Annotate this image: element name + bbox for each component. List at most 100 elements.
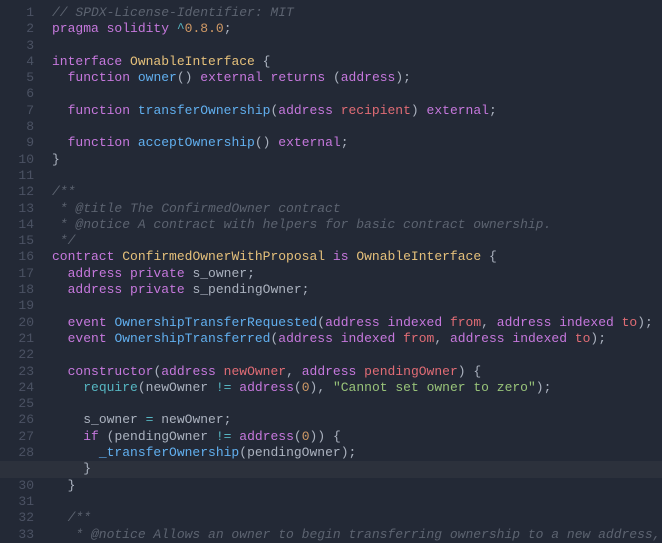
token-punc: , bbox=[317, 380, 325, 395]
token-keyword: external bbox=[278, 135, 340, 150]
token-keyword: is bbox=[333, 249, 349, 264]
code-line[interactable] bbox=[52, 347, 662, 363]
line-number: 20 bbox=[0, 315, 34, 331]
token-indent bbox=[52, 364, 68, 379]
token-param: to bbox=[575, 331, 591, 346]
token-comment: */ bbox=[52, 233, 75, 248]
token-plain bbox=[216, 364, 224, 379]
token-keyword: contract bbox=[52, 249, 114, 264]
token-num: 0.8.0 bbox=[185, 21, 224, 36]
code-line[interactable]: // SPDX-License-Identifier: MIT bbox=[52, 5, 662, 21]
code-line[interactable]: * @title The ConfirmedOwner contract bbox=[52, 201, 662, 217]
line-number: 5 bbox=[0, 70, 34, 86]
code-line[interactable] bbox=[52, 86, 662, 102]
token-punc: ; bbox=[302, 282, 310, 297]
code-line[interactable] bbox=[52, 396, 662, 412]
token-plain bbox=[325, 429, 333, 444]
line-number: 7 bbox=[0, 103, 34, 119]
token-plain: pendingOwner bbox=[247, 445, 341, 460]
token-func: owner bbox=[138, 70, 177, 85]
code-line[interactable]: function owner() external returns (addre… bbox=[52, 70, 662, 86]
token-plain bbox=[122, 282, 130, 297]
token-plain bbox=[489, 315, 497, 330]
token-comment: // SPDX-License-Identifier: MIT bbox=[52, 5, 294, 20]
code-line[interactable]: } bbox=[52, 152, 662, 168]
token-indent bbox=[52, 70, 68, 85]
token-type: address bbox=[161, 364, 216, 379]
code-line[interactable] bbox=[52, 38, 662, 54]
token-param: newOwner bbox=[224, 364, 286, 379]
code-line[interactable]: interface OwnableInterface { bbox=[52, 54, 662, 70]
code-line[interactable] bbox=[52, 298, 662, 314]
token-punc: ) bbox=[317, 429, 325, 444]
token-keyword: function bbox=[68, 135, 130, 150]
code-line[interactable]: } bbox=[52, 478, 662, 494]
code-line[interactable]: } bbox=[52, 461, 662, 477]
code-line[interactable] bbox=[52, 168, 662, 184]
token-plain: s_owner bbox=[83, 412, 145, 427]
line-number: 11 bbox=[0, 168, 34, 184]
token-plain bbox=[263, 70, 271, 85]
line-number: 31 bbox=[0, 494, 34, 510]
token-indent bbox=[52, 315, 68, 330]
token-indent bbox=[52, 266, 68, 281]
code-line[interactable]: * @notice A contract with helpers for ba… bbox=[52, 217, 662, 233]
code-line[interactable]: address private s_owner; bbox=[52, 266, 662, 282]
token-punc: , bbox=[286, 364, 294, 379]
code-line[interactable]: s_owner = newOwner; bbox=[52, 412, 662, 428]
code-line[interactable] bbox=[52, 119, 662, 135]
token-punc: ; bbox=[224, 412, 232, 427]
code-line[interactable]: if (pendingOwner != address(0)) { bbox=[52, 429, 662, 445]
token-punc: { bbox=[489, 249, 497, 264]
token-type: address bbox=[341, 70, 396, 85]
code-line[interactable]: require(newOwner != address(0), "Cannot … bbox=[52, 380, 662, 396]
token-plain bbox=[395, 331, 403, 346]
code-line[interactable]: event OwnershipTransferRequested(address… bbox=[52, 315, 662, 331]
code-line[interactable]: function acceptOwnership() external; bbox=[52, 135, 662, 151]
token-type: address bbox=[278, 331, 333, 346]
code-line[interactable]: contract ConfirmedOwnerWithProposal is O… bbox=[52, 249, 662, 265]
code-line[interactable]: address private s_pendingOwner; bbox=[52, 282, 662, 298]
code-line[interactable]: constructor(address newOwner, address pe… bbox=[52, 364, 662, 380]
code-line[interactable]: event OwnershipTransferred(address index… bbox=[52, 331, 662, 347]
token-keyword: if bbox=[83, 429, 99, 444]
token-ident: OwnableInterface bbox=[356, 249, 481, 264]
token-op: != bbox=[216, 429, 232, 444]
token-plain: s_owner bbox=[192, 266, 247, 281]
code-line[interactable]: /** bbox=[52, 184, 662, 200]
token-indent bbox=[52, 510, 68, 525]
code-area[interactable]: // SPDX-License-Identifier: MITpragma so… bbox=[42, 0, 662, 542]
token-punc: ) bbox=[637, 315, 645, 330]
code-line[interactable]: function transferOwnership(address recip… bbox=[52, 103, 662, 119]
token-indent bbox=[52, 103, 68, 118]
token-param: to bbox=[622, 315, 638, 330]
line-number: 28 bbox=[0, 445, 34, 461]
token-punc: { bbox=[333, 429, 341, 444]
code-line[interactable]: */ bbox=[52, 233, 662, 249]
token-func: _transferOwnership bbox=[99, 445, 239, 460]
code-line[interactable]: _transferOwnership(pendingOwner); bbox=[52, 445, 662, 461]
line-number: 9 bbox=[0, 135, 34, 151]
token-func: acceptOwnership bbox=[138, 135, 255, 150]
token-punc: ) bbox=[411, 103, 419, 118]
token-plain bbox=[122, 266, 130, 281]
token-punc: ) bbox=[395, 70, 403, 85]
code-editor[interactable]: 1234567891011121314151617181920212223242… bbox=[0, 0, 662, 542]
code-line[interactable] bbox=[52, 494, 662, 510]
code-line[interactable]: * @notice Allows an owner to begin trans… bbox=[52, 527, 662, 543]
token-plain bbox=[122, 54, 130, 69]
line-number: 22 bbox=[0, 347, 34, 363]
token-indent bbox=[52, 380, 83, 395]
token-param: from bbox=[450, 315, 481, 330]
token-plain bbox=[419, 103, 427, 118]
token-plain bbox=[169, 21, 177, 36]
token-plain bbox=[567, 331, 575, 346]
token-type: address bbox=[68, 282, 123, 297]
line-number: 16 bbox=[0, 249, 34, 265]
token-punc: ; bbox=[224, 21, 232, 36]
code-line[interactable]: /** bbox=[52, 510, 662, 526]
token-comment: * @notice A contract with helpers for ba… bbox=[52, 217, 551, 232]
code-line[interactable]: pragma solidity ^0.8.0; bbox=[52, 21, 662, 37]
token-plain bbox=[333, 331, 341, 346]
token-plain bbox=[130, 135, 138, 150]
